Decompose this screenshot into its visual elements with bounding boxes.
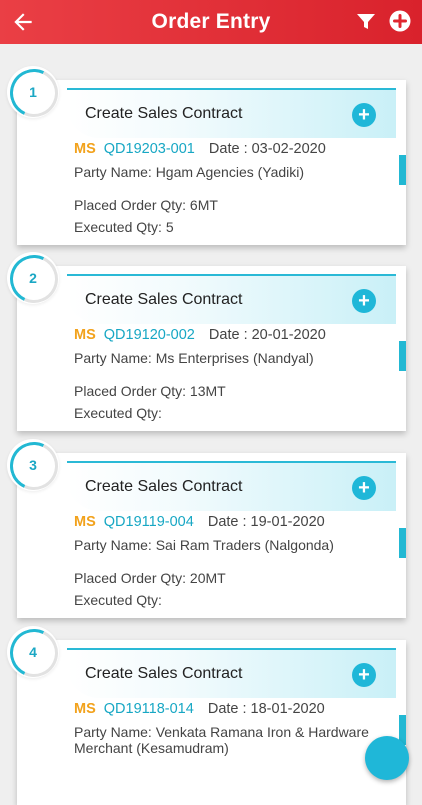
add-contract-icon[interactable]: +: [352, 476, 376, 500]
order-number-badge: 1: [3, 62, 65, 124]
order-code-line: MS QD19120-002 Date : 20-01-2020: [74, 327, 326, 343]
placed-order-qty: Placed Order Qty: 13MT: [74, 383, 226, 399]
placed-order-qty: Placed Order Qty: 6MT: [74, 197, 218, 213]
add-contract-icon[interactable]: +: [352, 663, 376, 687]
order-date: Date : 18-01-2020: [207, 701, 325, 717]
side-tab-marker: [399, 528, 406, 558]
create-sales-contract-bar[interactable]: Create Sales Contract +: [67, 88, 396, 138]
filter-icon[interactable]: [356, 13, 376, 31]
order-number: 1: [29, 84, 37, 100]
order-number: 2: [29, 270, 37, 286]
order-number-badge: 2: [3, 248, 65, 310]
executed-qty: Executed Qty: 5: [74, 219, 174, 235]
party-name: Party Name: Hgam Agencies (Yadiki): [74, 164, 305, 180]
order-card[interactable]: 1 Create Sales Contract + MS QD19203-001…: [3, 62, 406, 245]
order-prefix: MS: [74, 701, 96, 717]
party-name: Party Name: Ms Enterprises (Nandyal): [74, 350, 314, 366]
order-code[interactable]: QD19118-014: [104, 701, 194, 717]
party-name: Party Name: Venkata Ramana Iron & Hardwa…: [74, 724, 369, 756]
order-card[interactable]: 3 Create Sales Contract + MS QD19119-004…: [3, 435, 406, 618]
party-name: Party Name: Sai Ram Traders (Nalgonda): [74, 537, 334, 553]
plus-circle-icon[interactable]: [389, 10, 411, 32]
create-sales-contract-label: Create Sales Contract: [85, 105, 243, 122]
order-card[interactable]: 4 Create Sales Contract + MS QD19118-014…: [3, 622, 406, 805]
order-code-line: MS QD19203-001 Date : 03-02-2020: [74, 141, 326, 157]
add-contract-icon[interactable]: +: [352, 289, 376, 313]
order-code[interactable]: QD19120-002: [104, 327, 195, 343]
placed-order-qty: Placed Order Qty: 20MT: [74, 570, 226, 586]
order-prefix: MS: [74, 327, 96, 343]
order-card[interactable]: 2 Create Sales Contract + MS QD19120-002…: [3, 248, 406, 431]
order-code-line: MS QD19119-004 Date : 19-01-2020: [74, 514, 325, 530]
order-code-line: MS QD19118-014 Date : 18-01-2020: [74, 701, 325, 717]
add-contract-icon[interactable]: +: [352, 103, 376, 127]
side-tab-marker: [399, 341, 406, 371]
order-date: Date : 20-01-2020: [208, 327, 326, 343]
create-sales-contract-bar[interactable]: Create Sales Contract +: [67, 648, 396, 698]
order-code[interactable]: QD19203-001: [104, 141, 195, 157]
order-prefix: MS: [74, 514, 96, 530]
order-date: Date : 19-01-2020: [207, 514, 325, 530]
app-header: Order Entry: [0, 0, 422, 44]
side-tab-marker: [399, 155, 406, 185]
order-number: 4: [29, 644, 37, 660]
create-sales-contract-label: Create Sales Contract: [85, 665, 243, 682]
create-sales-contract-label: Create Sales Contract: [85, 291, 243, 308]
order-list[interactable]: 1 Create Sales Contract + MS QD19203-001…: [0, 44, 422, 805]
executed-qty: Executed Qty:: [74, 592, 162, 608]
order-number-badge: 3: [3, 435, 65, 497]
create-sales-contract-bar[interactable]: Create Sales Contract +: [67, 461, 396, 511]
floating-action-button[interactable]: [365, 736, 409, 780]
create-sales-contract-label: Create Sales Contract: [85, 478, 243, 495]
order-code[interactable]: QD19119-004: [104, 514, 194, 530]
order-date: Date : 03-02-2020: [208, 141, 326, 157]
executed-qty: Executed Qty:: [74, 405, 162, 421]
create-sales-contract-bar[interactable]: Create Sales Contract +: [67, 274, 396, 324]
order-number-badge: 4: [3, 622, 65, 684]
order-number: 3: [29, 457, 37, 473]
order-prefix: MS: [74, 141, 96, 157]
